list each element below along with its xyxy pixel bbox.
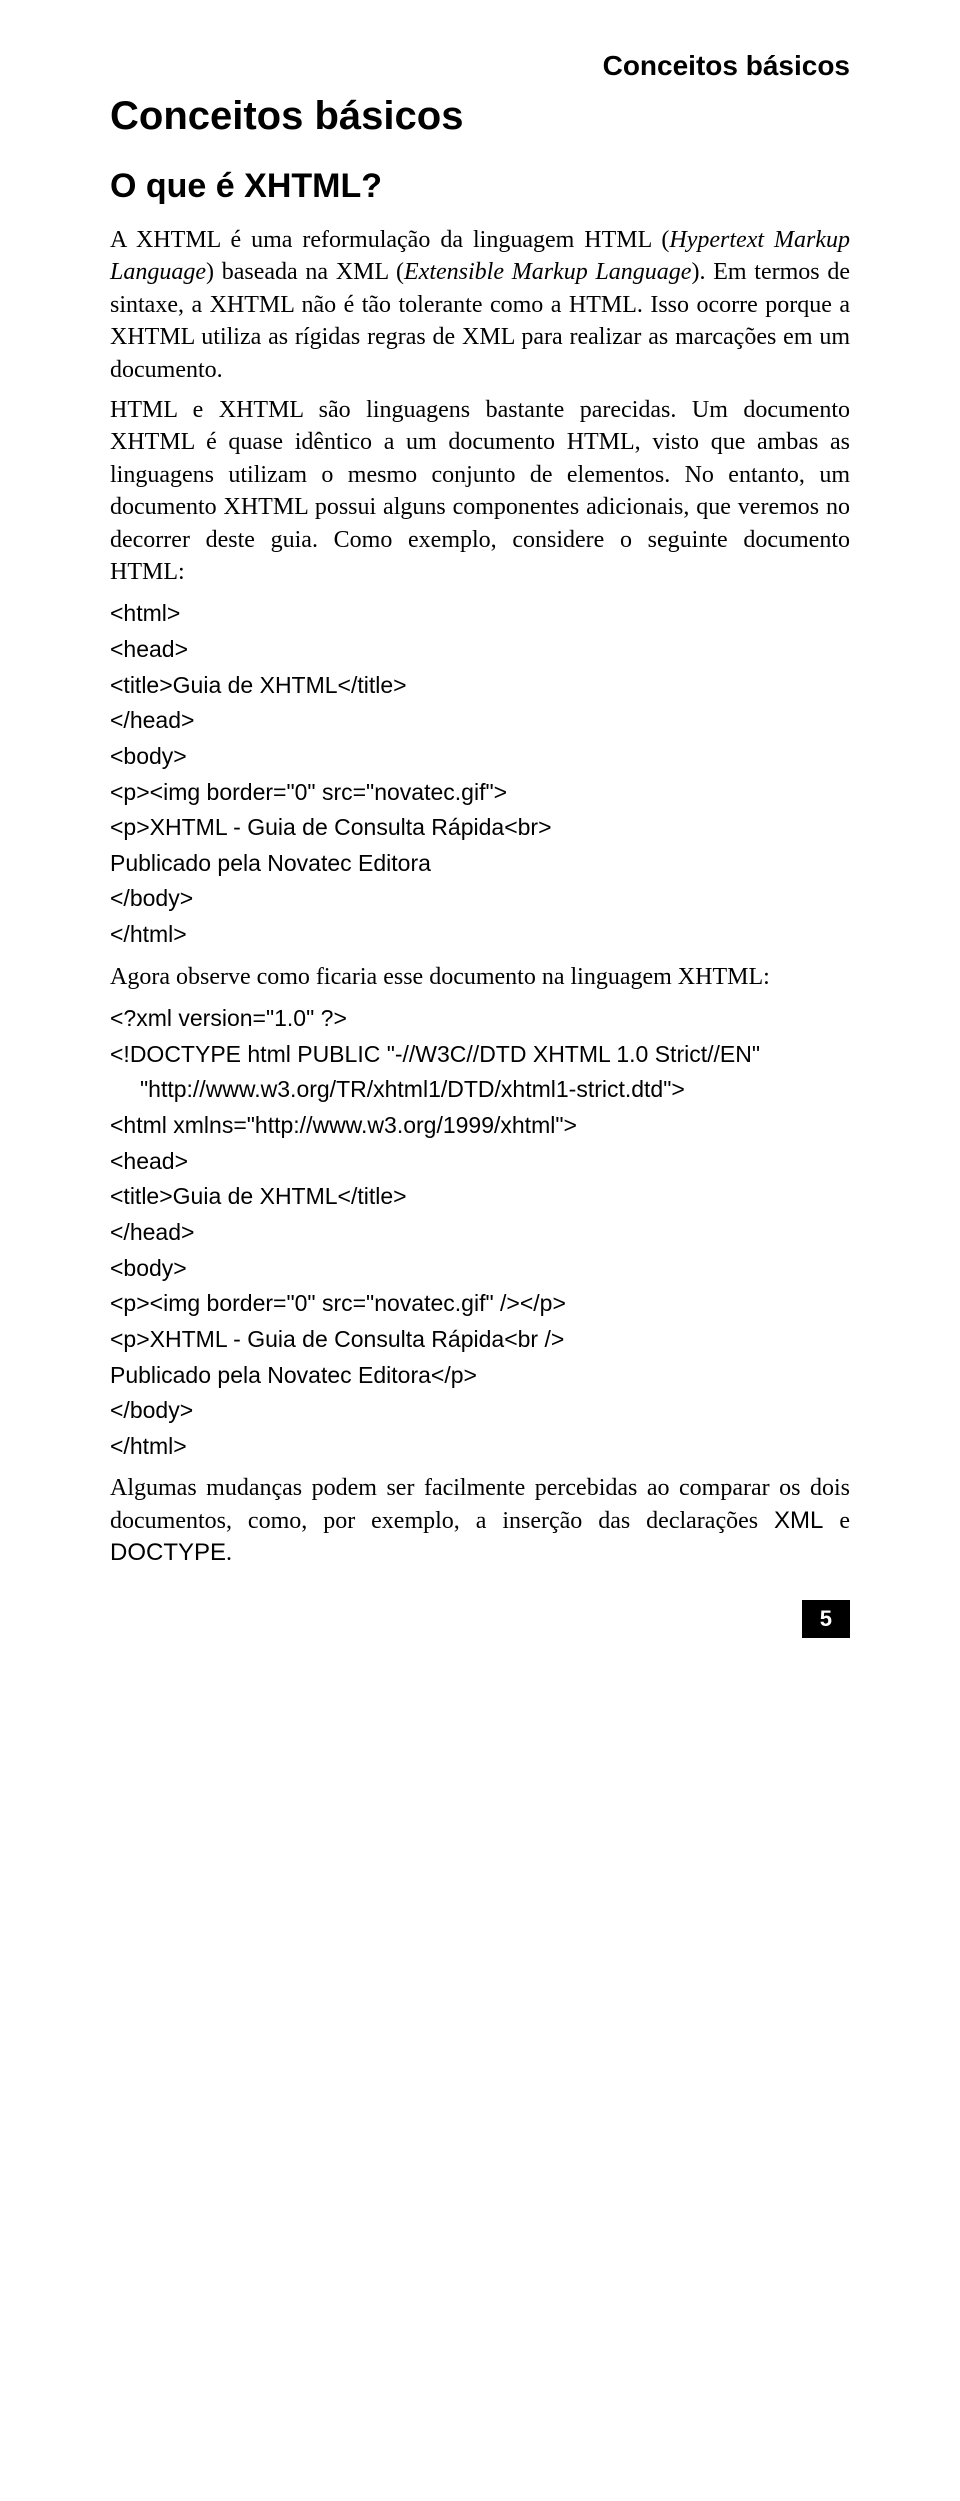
code-block-xhtml: <?xml version="1.0" ?> <!DOCTYPE html PU… [110,1001,850,1464]
paragraph-4: Algumas mudanças podem ser facilmente pe… [110,1472,850,1569]
page-footer: 5 [110,1600,850,1638]
code-line: <?xml version="1.0" ?> <!DOCTYPE html PU… [110,1005,760,1067]
emphasis-extensible: Extensible Markup Language [404,259,691,285]
text: . [226,1540,232,1566]
running-header: Conceitos básicos [110,50,850,82]
code-inline-doctype: DOCTYPE [110,1539,226,1566]
chapter-title: Conceitos básicos [110,94,850,139]
paragraph-3: Agora observe como ficaria esse document… [110,961,850,993]
code-block-html: <html> <head> <title>Guia de XHTML</titl… [110,596,850,952]
paragraph-2: HTML e XHTML são linguagens bastante par… [110,394,850,588]
text: ) baseada na XML ( [206,259,404,285]
code-inline-xml: XML [774,1507,823,1534]
paragraph-1: A XHTML é uma reformulação da linguagem … [110,224,850,386]
code-line-indent: "http://www.w3.org/TR/xhtml1/DTD/xhtml1-… [110,1072,850,1108]
text: Algumas mudanças podem ser facilmente pe… [110,1475,850,1533]
text: e [823,1508,850,1534]
text: A XHTML é uma reformulação da linguagem … [110,227,669,253]
section-title: O que é XHTML? [110,167,850,206]
page-number: 5 [802,1600,850,1638]
code-line: <html xmlns="http://www.w3.org/1999/xhtm… [110,1112,577,1459]
